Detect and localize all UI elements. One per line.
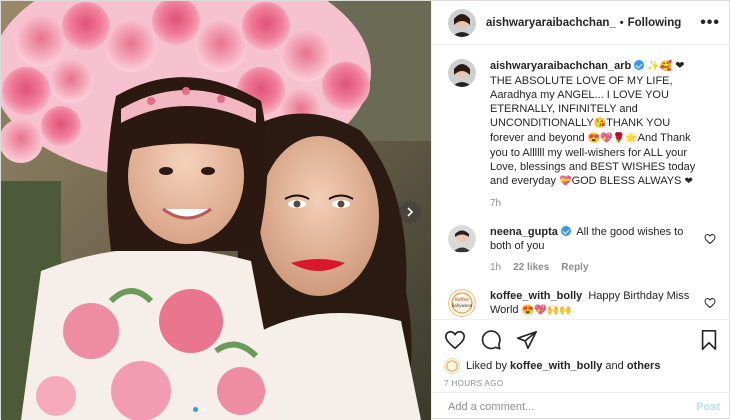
heart-icon[interactable] xyxy=(444,329,466,351)
svg-text:Bollywood: Bollywood xyxy=(452,303,473,308)
post-photo[interactable] xyxy=(1,1,431,420)
comment-body: koffee_with_bolly Happy Birthday Miss Wo… xyxy=(490,289,704,318)
post-image xyxy=(1,1,431,420)
commenter-avatar[interactable]: Koffee Bollywood xyxy=(448,289,476,317)
comment-icon[interactable] xyxy=(480,329,502,351)
comment-like-heart-icon[interactable] xyxy=(704,297,716,309)
caption-body: aishwaryaraibachchan_arb ✨🥰 ❤THE ABSOLUTE… xyxy=(490,59,704,211)
more-icon[interactable]: ••• xyxy=(700,14,720,32)
carousel-dot-active xyxy=(193,407,198,412)
comment-meta: 1h 22 likes Reply xyxy=(490,261,704,275)
liked-by-others[interactable]: others xyxy=(627,360,661,372)
carousel-dots xyxy=(193,407,207,412)
comments-list[interactable]: aishwaryaraibachchan_arb ✨🥰 ❤THE ABSOLUTE… xyxy=(432,59,730,319)
caption-meta: 7h xyxy=(490,197,704,211)
liked-by-joiner: and xyxy=(605,360,624,372)
post-header: aishwaryaraibachchan_ • Following ••• xyxy=(432,1,730,45)
comment-likes[interactable]: 22 likes xyxy=(513,261,549,275)
carousel-dot xyxy=(202,407,207,412)
post-comment-button[interactable]: Post xyxy=(696,401,720,413)
comment-item: neena_gupta All the good wishes to both … xyxy=(448,225,716,275)
chevron-right-icon xyxy=(407,207,414,217)
caption-emoji-3: 💝 xyxy=(559,176,572,187)
carousel-next-button[interactable] xyxy=(399,201,421,223)
comment-like-heart-icon[interactable] xyxy=(704,233,716,245)
caption-emoji-2: 😍💖🌹🌟 xyxy=(587,133,638,144)
add-comment-bar: Post xyxy=(432,392,730,420)
author-username[interactable]: aishwaryaraibachchan_ xyxy=(486,17,616,29)
caption-avatar[interactable] xyxy=(448,59,476,87)
action-icons xyxy=(444,328,720,352)
caption-emoji-4: ❤ xyxy=(684,176,693,187)
liked-by-prefix: Liked by xyxy=(466,360,507,372)
bookmark-icon[interactable] xyxy=(698,329,720,351)
liked-by: Liked by koffee_with_bolly and others xyxy=(444,358,720,374)
comment-item: Koffee Bollywood koffee_with_bolly Happy… xyxy=(448,289,716,318)
post-side-panel: aishwaryaraibachchan_ • Following ••• ai xyxy=(431,1,730,420)
comment-author[interactable]: koffee_with_bolly xyxy=(490,290,582,302)
reply-button[interactable]: Reply xyxy=(561,261,588,275)
commenter-avatar[interactable] xyxy=(448,225,476,253)
header-separator: • xyxy=(619,16,624,29)
caption-author[interactable]: aishwaryaraibachchan_arb xyxy=(490,60,631,72)
caption-emoji-lead: ✨🥰 xyxy=(647,61,673,72)
comment-time[interactable]: 1h xyxy=(490,261,501,275)
comment-body: neena_gupta All the good wishes to both … xyxy=(490,225,704,275)
caption-emoji-1: 😘 xyxy=(593,118,607,129)
verified-icon xyxy=(560,226,571,236)
following-button[interactable]: Following xyxy=(628,17,682,29)
caption-time[interactable]: 7h xyxy=(490,197,501,211)
caption: aishwaryaraibachchan_arb ✨🥰 ❤THE ABSOLUTE… xyxy=(448,59,716,211)
comment-author[interactable]: neena_gupta xyxy=(490,226,558,238)
post-timestamp[interactable]: 7 HOURS AGO xyxy=(444,379,720,388)
add-comment-input[interactable] xyxy=(448,400,697,413)
instagram-post: aishwaryaraibachchan_ • Following ••• ai xyxy=(0,0,730,420)
post-actions: Liked by koffee_with_bolly and others 7 … xyxy=(432,319,730,388)
caption-text-4: GOD BLESS ALWAYS xyxy=(571,175,682,187)
author-avatar[interactable] xyxy=(448,8,476,37)
verified-icon xyxy=(634,60,645,70)
comment-emoji: 😍💖🙌🙌 xyxy=(521,305,572,316)
liker-avatar[interactable] xyxy=(444,358,460,374)
liked-by-user[interactable]: koffee_with_bolly xyxy=(510,360,602,372)
share-icon[interactable] xyxy=(516,329,538,351)
